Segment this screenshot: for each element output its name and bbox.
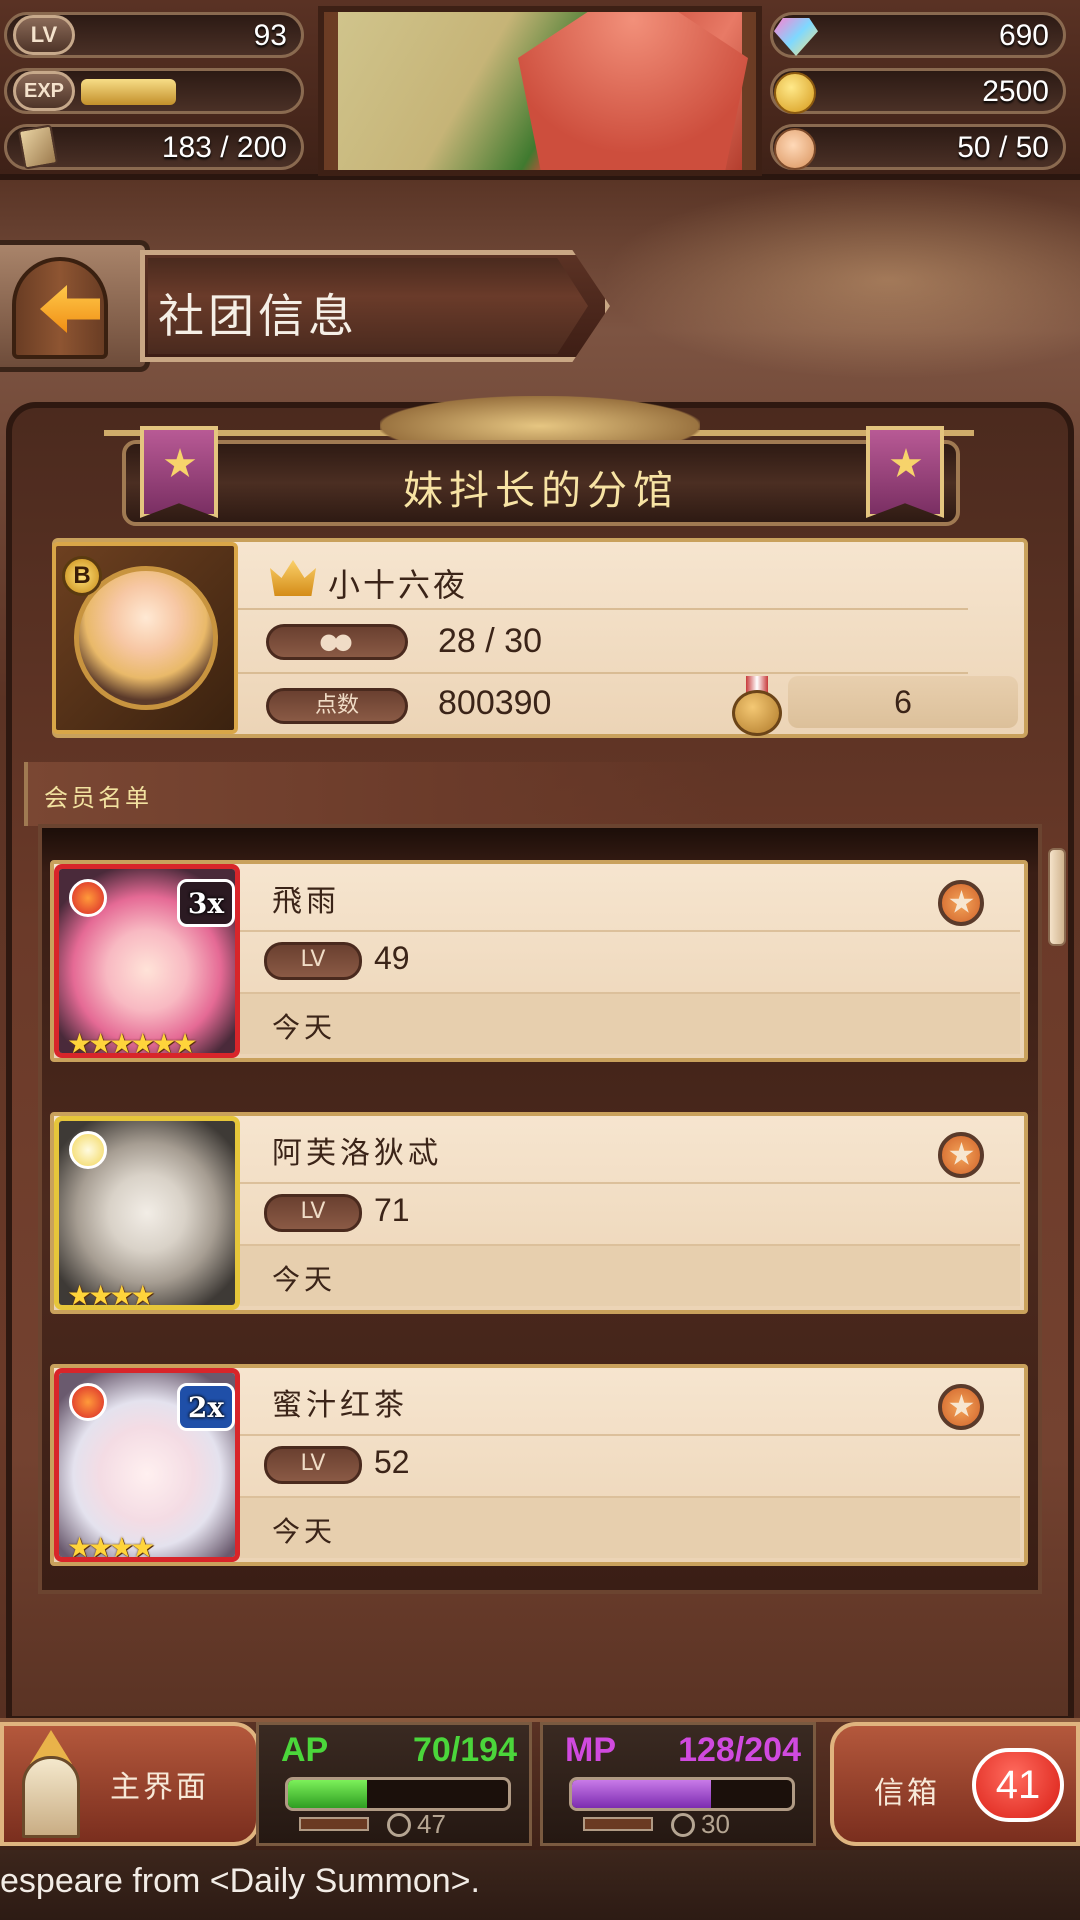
- mp-value: 128/204: [678, 1731, 801, 1769]
- member-row[interactable]: ★★★★ 阿芙洛狄忒 LV 71 今天: [50, 1112, 1028, 1314]
- ticker-text: espeare from <Daily Summon>.: [0, 1862, 480, 1900]
- lv-pill: LV: [264, 1194, 362, 1232]
- fire-element-icon: [69, 1383, 107, 1421]
- member-level: 71: [374, 1192, 410, 1228]
- news-ticker: espeare from <Daily Summon>.: [0, 1850, 1080, 1920]
- exp-row: EXP: [4, 68, 304, 114]
- mp-gauge: MP 128/204 30: [540, 1722, 816, 1846]
- member-last-login: 今天: [272, 1515, 337, 1548]
- member-count: 28 / 30: [438, 622, 542, 660]
- umbrella-art: [518, 12, 748, 170]
- member-avatar: 3x ★★★★★★: [54, 864, 240, 1058]
- exp-bar: [81, 79, 176, 105]
- leader-name: 小十六夜: [328, 566, 469, 604]
- friend-face-icon: [774, 128, 816, 170]
- guild-rank-badge: B: [62, 556, 102, 596]
- member-avatar: ★★★★: [54, 1116, 240, 1310]
- points-label: 点数: [266, 688, 408, 724]
- top-hud: LV 93 EXP 183 / 200 690 2500 50 / 50: [0, 0, 1080, 180]
- ornament-crest: [380, 396, 700, 446]
- guild-name: 妹抖长的分馆: [403, 468, 679, 514]
- fire-element-icon: [69, 879, 107, 917]
- member-name: 蜜汁红茶: [272, 1388, 408, 1423]
- character-art: [338, 12, 748, 170]
- gold-value: 2500: [982, 75, 1049, 108]
- ap-label: AP: [281, 1731, 329, 1769]
- back-button[interactable]: [0, 240, 150, 372]
- divider: [218, 672, 968, 674]
- cards-value: 183 / 200: [161, 131, 287, 164]
- gold-coin-icon: [774, 72, 816, 114]
- rarity-stars: ★★★★: [67, 1531, 155, 1562]
- member-list-scrollbar[interactable]: [1048, 848, 1066, 946]
- star-rank-icon: [938, 880, 984, 926]
- star-rank-icon: [938, 1132, 984, 1178]
- member-list-title: 会员名单: [44, 784, 152, 812]
- mp-timer: 30: [701, 1809, 730, 1839]
- hud-portrait[interactable]: [318, 6, 762, 176]
- home-button-label: 主界面: [110, 1770, 209, 1805]
- medal-icon: [732, 676, 782, 736]
- level-value: 93: [253, 19, 287, 52]
- ap-value: 70/194: [413, 1731, 517, 1769]
- members-icon: [318, 634, 354, 656]
- member-level: 52: [374, 1444, 410, 1480]
- multiplier-badge: 2x: [177, 1383, 235, 1431]
- ap-fill: [288, 1780, 368, 1808]
- member-name: 阿芙洛狄忒: [272, 1136, 442, 1171]
- mp-label: MP: [565, 1731, 616, 1769]
- ap-timer: 47: [417, 1809, 446, 1839]
- lv-badge: LV: [13, 15, 75, 55]
- lv-pill: LV: [264, 1446, 362, 1484]
- lv-pill: LV: [264, 942, 362, 980]
- clock-icon: [387, 1813, 411, 1837]
- level-row: LV 93: [4, 12, 304, 58]
- divider: [218, 608, 968, 610]
- guild-points: 800390: [438, 684, 552, 722]
- member-level: 49: [374, 940, 410, 976]
- rarity-stars: ★★★★: [67, 1279, 155, 1310]
- exp-badge: EXP: [13, 71, 75, 111]
- background-shelf: [600, 180, 1080, 380]
- rarity-stars: ★★★★★★: [67, 1027, 198, 1058]
- member-name: 飛雨: [272, 884, 340, 919]
- member-last-login: 今天: [272, 1263, 337, 1296]
- member-row[interactable]: 3x ★★★★★★ 飛雨 LV 49 今天: [50, 860, 1028, 1062]
- cards-row: 183 / 200: [4, 124, 304, 170]
- gems-value: 690: [998, 19, 1049, 52]
- page-title: 社团信息: [158, 289, 358, 343]
- castle-icon: [6, 1730, 94, 1840]
- card-icon: [17, 124, 59, 170]
- member-row[interactable]: 2x ★★★★ 蜜汁红茶 LV 52 今天: [50, 1364, 1028, 1566]
- ap-gauge: AP 70/194 47: [256, 1722, 532, 1846]
- mailbox-label: 信箱: [874, 1776, 940, 1811]
- friends-value: 50 / 50: [957, 131, 1049, 164]
- star-rank-icon: [938, 1384, 984, 1430]
- guild-rank: 6: [788, 676, 1018, 728]
- member-last-login: 今天: [272, 1011, 337, 1044]
- clock-icon: [671, 1813, 695, 1837]
- mp-fill: [572, 1780, 711, 1808]
- member-avatar: 2x ★★★★: [54, 1368, 240, 1562]
- mail-count-badge: 41: [972, 1748, 1064, 1822]
- multiplier-badge: 3x: [177, 879, 235, 927]
- light-element-icon: [69, 1131, 107, 1169]
